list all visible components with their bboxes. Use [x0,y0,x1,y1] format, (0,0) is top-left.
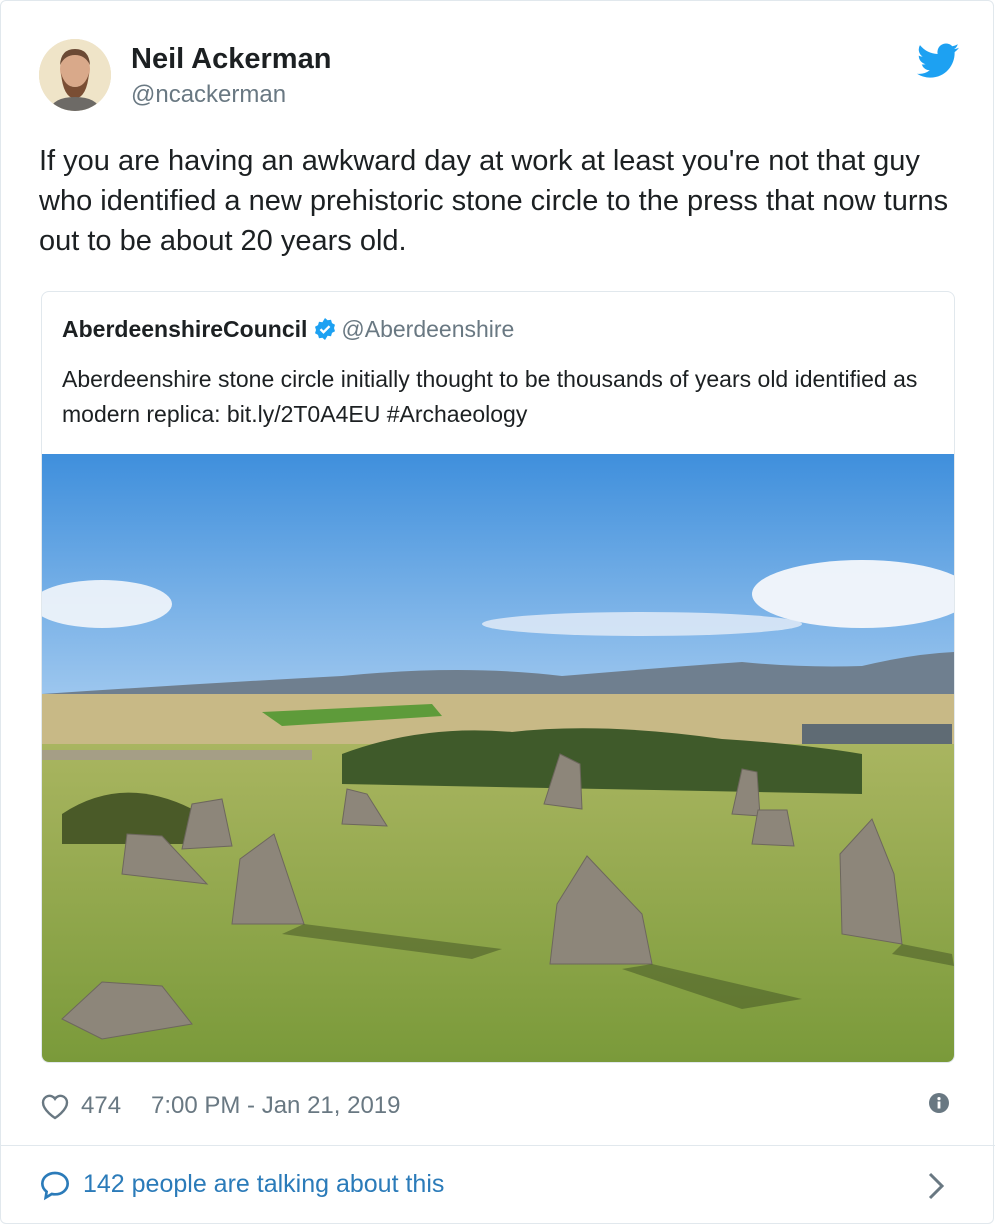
tweet-text: If you are having an awkward day at work… [39,145,949,257]
like-count[interactable]: 474 [81,1092,121,1120]
speech-bubble-icon [40,1171,70,1201]
quoted-author-name[interactable]: AberdeenshireCouncil [62,316,307,342]
avatar[interactable] [39,39,111,111]
tweet-meta: 474 7:00 PM - Jan 21, 2019 [39,1089,959,1121]
quoted-tweet-header: AberdeenshireCouncil @Aberdeenshire [62,316,514,343]
tweet-card: Neil Ackerman @ncackerman If you are hav… [0,0,995,1224]
heart-icon[interactable] [39,1091,71,1121]
quoted-tweet-text: Aberdeenshire stone circle initially tho… [62,366,918,427]
author-handle[interactable]: @ncackerman [131,81,286,109]
quoted-tweet[interactable]: AberdeenshireCouncil @Aberdeenshire Aber… [41,291,955,1063]
conversation-label[interactable]: 142 people are talking about this [83,1170,444,1199]
twitter-bird-icon[interactable] [917,43,959,79]
quoted-author-handle[interactable]: @Aberdeenshire [341,316,514,342]
chevron-right-icon[interactable] [927,1171,945,1201]
divider [1,1145,995,1146]
timestamp[interactable]: 7:00 PM - Jan 21, 2019 [151,1092,401,1120]
info-icon[interactable] [929,1093,949,1113]
conversation-link[interactable]: 142 people are talking about this [39,1165,959,1205]
author-name[interactable]: Neil Ackerman [131,43,331,76]
verified-badge-icon [315,318,336,340]
tweet-header: Neil Ackerman @ncackerman [39,39,959,111]
stone-circle-photo[interactable] [42,454,954,1062]
